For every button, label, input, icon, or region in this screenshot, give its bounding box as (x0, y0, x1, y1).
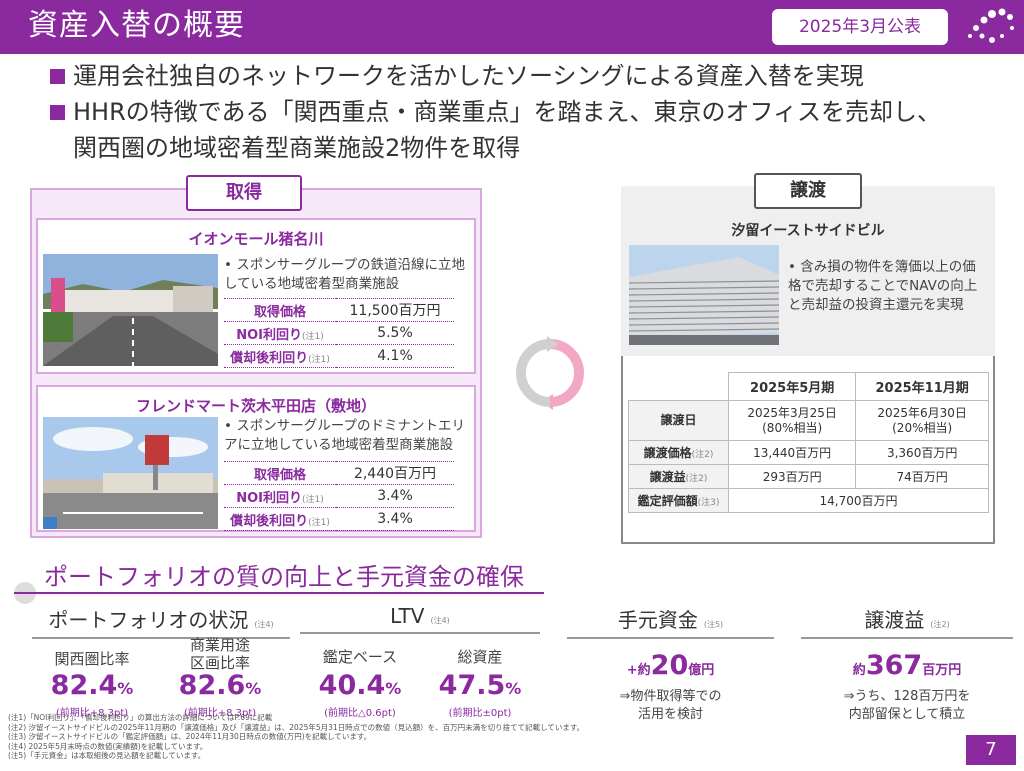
company-logo-icon (968, 8, 1014, 43)
property-card-friendmart-ibaraki: フレンドマート茨木平田店（敷地） • スポンサーグループのドミナントエリアに立地… (36, 385, 476, 532)
ltv-total-value: 47.5% (438, 670, 522, 701)
cash-heading: 手元資金 (注5) (567, 604, 774, 639)
table-row: 譲渡日 2025年3月25日 (80%相当) 2025年6月30日 (20%相当) (628, 400, 989, 441)
transfer-table: 2025年5月期 2025年11月期 譲渡日 2025年3月25日 (80%相当)… (628, 372, 989, 513)
metric-label: 取得価格 (224, 461, 336, 485)
metric-label: NOI利回り(注1) (224, 321, 336, 345)
property-description: • スポンサーグループのドミナントエリアに立地している地域密着型商業施設 (224, 418, 465, 453)
footnote: (注4) 2025年5月末時点の数値(実績額)を記載しています。 (8, 741, 208, 751)
transfer-property-photo (629, 245, 779, 345)
property-description: • スポンサーグループの鉄道沿線に立地している地域密着型商業施設 (224, 257, 465, 292)
table-cell: 293百万円 (727, 464, 857, 489)
portfolio-status-heading: ポートフォリオの状況 (注4) (32, 604, 290, 639)
transfer-description: • 含み損の物件を簿価以上の価格で売却することでNAVの向上と売却益の投資主還元… (788, 259, 978, 313)
gain-heading: 譲渡益 (注2) (801, 604, 1013, 639)
bullet-text-continued: 関西圏の地域密着型商業施設2物件を取得 (73, 134, 521, 162)
table-corner (628, 372, 729, 401)
footnote: (注2) 汐留イーストサイドビルの2025年11月期の「譲渡価格」及び「譲渡益」… (8, 722, 585, 732)
table-row: 鑑定評価額(注3) 14,700百万円 (628, 488, 989, 513)
ltv-appraisal-label: 鑑定ベース (322, 648, 398, 666)
property-name: イオンモール猪名川 (188, 230, 324, 248)
ltv-heading: LTV (注4) (300, 604, 540, 634)
table-row: 償却後利回り(注1) 3.4% (224, 507, 454, 531)
cash-value: +約20億円 (626, 650, 715, 681)
property-card-aeon-inagawa: イオンモール猪名川 • スポンサーグループの鉄道沿線に立地している地域密着型商業… (36, 218, 476, 374)
table-row: NOI利回り(注1) 5.5% (224, 321, 454, 345)
row-label: 譲渡益(注2) (628, 464, 729, 489)
transfer-property-name: 汐留イーストサイドビル (731, 223, 885, 239)
section-underline (14, 592, 544, 594)
commercial-ratio-label: 商業用途 区画比率 (189, 636, 250, 672)
exchange-cycle-icon (516, 336, 584, 410)
bullet-text: 運用会社独自のネットワークを活かしたソーシングによる資産入替を実現 (73, 62, 864, 90)
summary-bullets: 運用会社独自のネットワークを活かしたソーシングによる資産入替を実現 HHRの特徴… (44, 58, 984, 166)
page-number: 7 (966, 735, 1016, 765)
metric-label: 償却後利回り(注1) (224, 507, 336, 531)
table-cell: 13,440百万円 (727, 440, 857, 465)
page-title: 資産入替の概要 (28, 8, 245, 43)
metric-label: NOI利回り(注1) (224, 484, 336, 508)
bullet-square-icon (50, 69, 65, 84)
property-photo (43, 254, 218, 366)
table-row: 譲渡益(注2) 293百万円 74百万円 (628, 464, 989, 489)
column-header: 2025年5月期 (727, 372, 857, 401)
column-header: 2025年11月期 (855, 372, 989, 401)
metric-label: 償却後利回り(注1) (224, 344, 336, 368)
table-cell: 2025年6月30日 (20%相当) (855, 400, 989, 441)
table-row: 取得価格 11,500百万円 (224, 298, 454, 322)
transfer-tag: 譲渡 (754, 173, 862, 209)
property-metrics-table: 取得価格 2,440百万円 NOI利回り(注1) 3.4% 償却後利回り(注1)… (224, 461, 454, 531)
table-cell: 3,360百万円 (855, 440, 989, 465)
table-row: 取得価格 2,440百万円 (224, 461, 454, 485)
footnote: (注1)「NOI利回り」、「償却後利回り」の算出方法の詳細についてはP.69に記… (8, 713, 273, 722)
table-header-row: 2025年5月期 2025年11月期 (628, 372, 989, 401)
metric-value: 4.1% (336, 344, 454, 368)
property-name: フレンドマート茨木平田店（敷地） (135, 397, 376, 415)
header-bar: 資産入替の概要 2025年3月公表 (0, 0, 1024, 54)
metric-value: 11,500百万円 (336, 298, 454, 322)
row-label: 譲渡価格(注2) (628, 440, 729, 465)
ltv-total-label: 総資産 (457, 648, 503, 666)
table-row: 譲渡価格(注2) 13,440百万円 3,360百万円 (628, 440, 989, 465)
ltv-appraisal-value: 40.4% (318, 670, 402, 701)
bullet-item: 運用会社独自のネットワークを活かしたソーシングによる資産入替を実現 (44, 58, 984, 94)
section-title: ポートフォリオの質の向上と手元資金の確保 (44, 563, 524, 591)
date-badge: 2025年3月公表 (770, 7, 950, 47)
metric-label: 取得価格 (224, 298, 336, 322)
footnote: (注5)「手元資金」は本取組後の見込額を記載しています。 (8, 751, 206, 760)
row-label: 鑑定評価額(注3) (628, 488, 729, 513)
footnotes: (注1)「NOI利回り」、「償却後利回り」の算出方法の詳細についてはP.69に記… (8, 713, 908, 761)
table-cell: 2025年3月25日 (80%相当) (727, 400, 857, 441)
metric-value: 5.5% (336, 321, 454, 345)
bullet-square-icon (50, 105, 65, 120)
footnote: (注3) 汐留イーストサイドビルの「鑑定評価額」は、2024年11月30日時点の… (8, 732, 372, 741)
property-photo (43, 417, 218, 529)
table-row: NOI利回り(注1) 3.4% (224, 484, 454, 508)
metric-value: 3.4% (336, 507, 454, 531)
table-cell: 14,700百万円 (728, 488, 989, 513)
kansai-ratio-label: 関西圏比率 (54, 650, 130, 668)
commercial-ratio-value: 82.6% (178, 670, 262, 701)
gain-value: 約367百万円 (852, 650, 962, 681)
metric-value: 3.4% (336, 484, 454, 508)
metric-value: 2,440百万円 (336, 461, 454, 485)
table-row: 償却後利回り(注1) 4.1% (224, 344, 454, 368)
acquisition-tag: 取得 (186, 175, 302, 211)
bullet-text: HHRの特徴である「関西重点・商業重点」を踏まえ、東京のオフィスを売却し、 (73, 98, 942, 126)
table-cell: 74百万円 (855, 464, 989, 489)
property-metrics-table: 取得価格 11,500百万円 NOI利回り(注1) 5.5% 償却後利回り(注1… (224, 298, 454, 368)
kansai-ratio-value: 82.4% (50, 670, 134, 701)
bullet-item: HHRの特徴である「関西重点・商業重点」を踏まえ、東京のオフィスを売却し、 (44, 94, 984, 130)
row-label: 譲渡日 (628, 400, 729, 441)
